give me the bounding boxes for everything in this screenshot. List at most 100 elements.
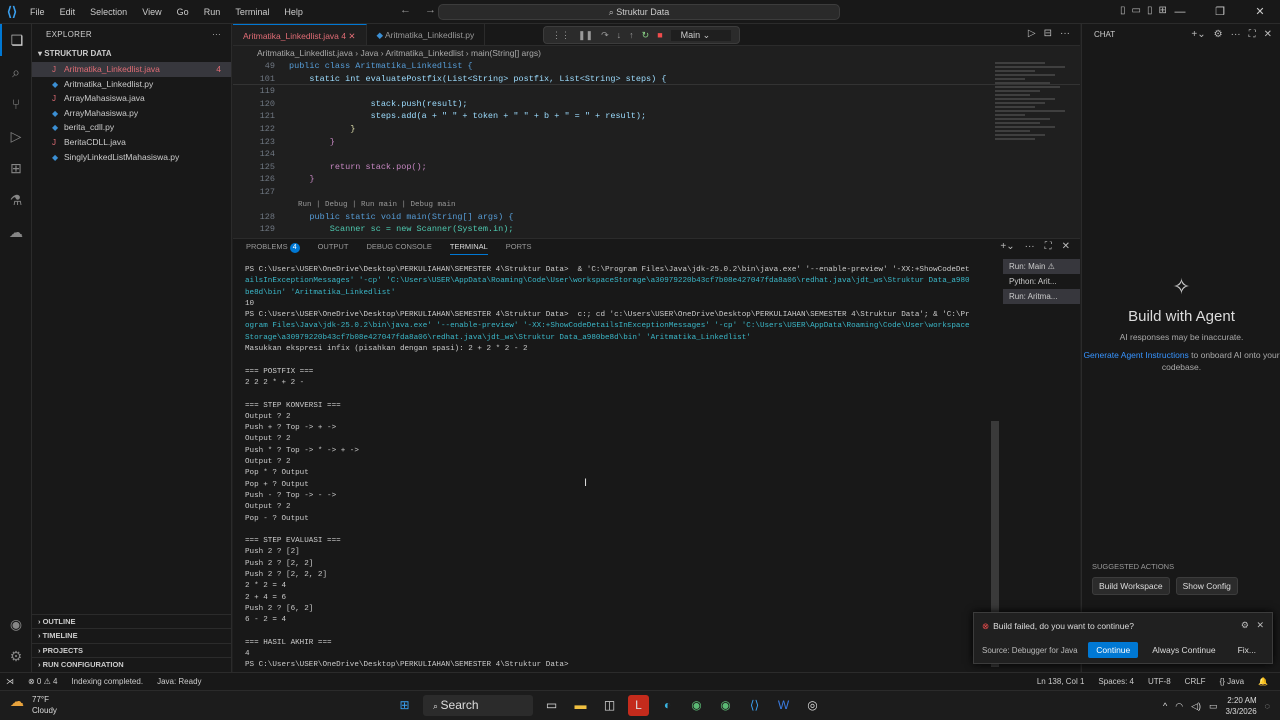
minimap[interactable] (995, 60, 1075, 230)
close-icon[interactable]: ✕ (1264, 29, 1272, 40)
generate-instructions-link[interactable]: Generate Agent Instructions (1083, 350, 1188, 360)
taskbar-search[interactable]: ⌕ Search (423, 695, 533, 716)
forward-arrow-icon[interactable]: → (425, 4, 436, 16)
new-chat-icon[interactable]: +⌄ (1191, 29, 1205, 40)
maximize-panel-icon[interactable]: ⛶ (1045, 241, 1052, 252)
menu-help[interactable]: Help (278, 7, 309, 17)
step-into-icon[interactable]: ↓ (617, 30, 622, 40)
settings-gear-icon[interactable]: ⚙ (1241, 620, 1249, 630)
new-terminal-icon[interactable]: +⌄ (1000, 241, 1014, 252)
notification-center-icon[interactable]: ◌ (1265, 701, 1270, 711)
tab-debug-console[interactable]: DEBUG CONSOLE (366, 239, 431, 255)
menu-selection[interactable]: Selection (84, 7, 133, 17)
battery-icon[interactable]: ▭ (1209, 701, 1218, 712)
tab-python-file[interactable]: ◆ Aritmatika_Linkedlist.py (367, 24, 486, 45)
clock[interactable]: 2:20 AM 3/3/2026 (1226, 695, 1257, 717)
minimize-icon[interactable]: — (1160, 0, 1200, 24)
fix-button[interactable]: Fix... (1230, 642, 1264, 658)
line-ending[interactable]: CRLF (1185, 673, 1206, 691)
terminal-item[interactable]: Python: Arit... (1003, 274, 1080, 289)
terminal-item[interactable]: Run: Main ⚠ (1003, 259, 1080, 274)
timeline-section[interactable]: › TIMELINE (32, 628, 232, 643)
menu-run[interactable]: Run (198, 7, 227, 17)
notifications-bell-icon[interactable]: 🔔 (1258, 673, 1268, 691)
terminal-item[interactable]: Run: Aritma... (1003, 289, 1080, 304)
file-item[interactable]: J Aritmatika_Linkedlist.java 4 (32, 62, 231, 77)
settings-gear-icon[interactable]: ⚙ (1214, 29, 1223, 40)
tab-output[interactable]: OUTPUT (318, 239, 349, 255)
file-explorer-icon[interactable]: ▬ (570, 695, 591, 716)
show-config-button[interactable]: Show Config (1175, 577, 1238, 595)
close-panel-icon[interactable]: ✕ (1062, 241, 1070, 252)
more-actions-icon[interactable]: ··· (212, 24, 221, 46)
remote-explorer-icon[interactable]: ☁ (0, 216, 32, 248)
java-status[interactable]: Java: Ready (157, 673, 201, 691)
always-continue-button[interactable]: Always Continue (1144, 642, 1223, 658)
more-actions-icon[interactable]: ··· (1060, 28, 1070, 39)
toggle-sidebar-icon[interactable]: ▯ (1120, 5, 1126, 16)
tab-problems[interactable]: PROBLEMS 4 (246, 239, 300, 255)
problems-status[interactable]: ⊗ 0 ⚠ 4 (28, 673, 57, 691)
split-editor-icon[interactable]: ⊟ (1044, 28, 1052, 39)
terminal-output[interactable]: PS C:\Users\USER\OneDrive\Desktop\PERKUL… (245, 265, 990, 672)
file-item[interactable]: ◆ Aritmatika_Linkedlist.py (32, 77, 231, 92)
github-icon[interactable]: ◎ (802, 695, 823, 716)
manage-gear-icon[interactable]: ⚙ (0, 640, 32, 672)
workspace-folder[interactable]: ▾ STRUKTUR DATA (32, 46, 231, 62)
edge-browser-icon[interactable]: ◐ (657, 695, 678, 716)
menu-view[interactable]: View (136, 7, 167, 17)
language-mode[interactable]: {} Java (1220, 673, 1244, 691)
run-icon[interactable]: ▷ (1028, 28, 1036, 39)
file-item[interactable]: ◆ ArrayMahasiswa.py (32, 106, 231, 121)
extensions-icon[interactable]: ⊞ (0, 152, 32, 184)
step-out-icon[interactable]: ↑ (629, 30, 634, 40)
toggle-secondary-sidebar-icon[interactable]: ▯ (1147, 5, 1153, 16)
pdf-app-icon[interactable]: L (628, 695, 649, 716)
tab-java-file[interactable]: Aritmatika_Linkedlist.java 4 ✕ (233, 24, 367, 45)
vscode-taskbar-icon[interactable]: ⟨⟩ (744, 695, 765, 716)
continue-button[interactable]: Continue (1088, 642, 1139, 658)
account-icon[interactable]: ◉ (0, 608, 32, 640)
encoding[interactable]: UTF-8 (1148, 673, 1171, 691)
tab-ports[interactable]: PORTS (506, 239, 532, 255)
debug-config-select[interactable]: Main ⌄ (670, 29, 731, 41)
remote-indicator-icon[interactable]: ⋊ (6, 673, 14, 691)
maximize-icon[interactable]: ⛶ (1249, 29, 1256, 40)
search-icon[interactable]: ⌕ (0, 56, 32, 88)
wifi-icon[interactable]: ◠ (1175, 701, 1183, 712)
source-control-icon[interactable]: ⑂ (0, 88, 32, 120)
restore-icon[interactable]: ❐ (1200, 0, 1240, 24)
stop-icon[interactable]: ■ (657, 30, 662, 40)
run-debug-icon[interactable]: ▷ (0, 120, 32, 152)
more-actions-icon[interactable]: ··· (1231, 29, 1241, 40)
breadcrumb[interactable]: Aritmatika_Linkedlist.java › Java › Arit… (233, 46, 1080, 60)
more-actions-icon[interactable]: ··· (1025, 241, 1035, 252)
testing-icon[interactable]: ⚗ (0, 184, 32, 216)
menu-file[interactable]: File (24, 7, 51, 17)
step-over-icon[interactable]: ↷ (601, 30, 609, 41)
command-center-search[interactable]: ⌕ Struktur Data (438, 4, 840, 20)
run-configuration-section[interactable]: › RUN CONFIGURATION (32, 657, 232, 672)
close-icon[interactable]: ✕ (1256, 620, 1264, 630)
toggle-panel-icon[interactable]: ▭ (1132, 5, 1141, 16)
build-workspace-button[interactable]: Build Workspace (1092, 577, 1170, 595)
menu-go[interactable]: Go (171, 7, 195, 17)
outline-section[interactable]: › OUTLINE (32, 613, 232, 629)
task-view-icon[interactable]: ▭ (541, 695, 562, 716)
file-item[interactable]: J BeritaCDLL.java (32, 135, 231, 150)
chrome-icon[interactable]: ◉ (715, 695, 736, 716)
code-view[interactable]: 49 public class Aritmatika_Linkedlist { 1… (233, 60, 1080, 236)
code-lens[interactable]: Run | Debug | Run main | Debug main (233, 199, 1080, 211)
chrome-icon[interactable]: ◉ (686, 695, 707, 716)
windows-start-icon[interactable]: ⊞ (394, 695, 415, 716)
cursor-position[interactable]: Ln 138, Col 1 (1037, 673, 1085, 691)
menu-terminal[interactable]: Terminal (229, 7, 275, 17)
file-item[interactable]: J ArrayMahasiswa.java (32, 91, 231, 106)
projects-section[interactable]: › PROJECTS (32, 642, 232, 658)
file-item[interactable]: ◆ berita_cdll.py (32, 120, 231, 135)
volume-icon[interactable]: ◁) (1191, 701, 1201, 712)
close-icon[interactable]: ✕ (1240, 0, 1280, 24)
restart-icon[interactable]: ↻ (642, 30, 650, 41)
indentation[interactable]: Spaces: 4 (1098, 673, 1134, 691)
close-tab-icon[interactable]: ✕ (348, 31, 355, 41)
